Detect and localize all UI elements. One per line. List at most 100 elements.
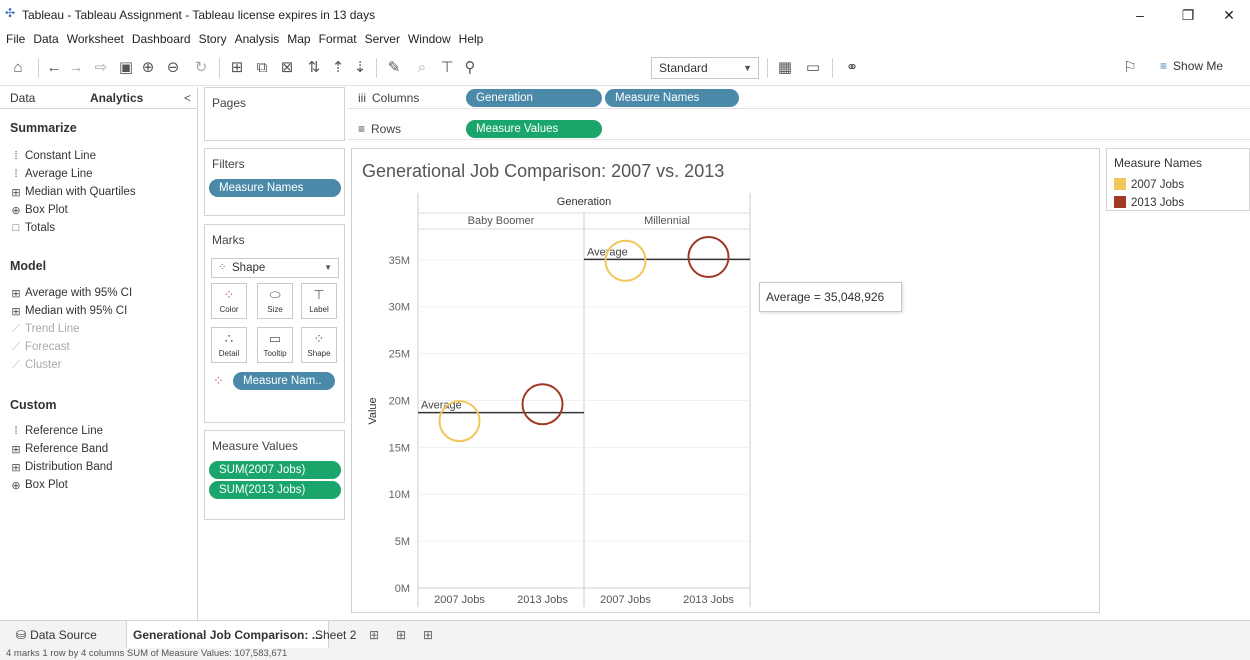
columns-shelf[interactable]: iii Columns Generation Measure Names — [348, 87, 1250, 109]
presentation-icon[interactable]: ▭ — [803, 58, 823, 78]
marks-pill-measure-names[interactable]: Measure Nam.. — [233, 372, 335, 390]
color-button[interactable]: ⁘ Color — [211, 283, 247, 319]
y-tick-label: 30M — [389, 302, 410, 314]
menu-server[interactable]: Server — [365, 30, 400, 48]
constant-line-icon: ⁞ — [14, 150, 18, 162]
new-story-icon[interactable]: ⊞ — [417, 621, 439, 649]
measure-pill-2013-jobs[interactable]: SUM(2013 Jobs) — [209, 481, 341, 499]
columns-icon: iii — [358, 91, 366, 105]
mark-type-select[interactable]: ⁘ Shape ▼ — [211, 258, 339, 278]
legend-item-2007-jobs[interactable]: 2007 Jobs — [1114, 178, 1184, 191]
tooltip-icon: ▭ — [268, 331, 282, 346]
pin-icon[interactable]: ⚲ — [460, 58, 480, 78]
menu-map[interactable]: Map — [287, 30, 310, 48]
pages-card[interactable]: Pages — [204, 87, 345, 141]
legend-item-2013-jobs[interactable]: 2013 Jobs — [1114, 196, 1184, 209]
data-point-2013-jobs — [521, 383, 564, 426]
new-worksheet-icon[interactable]: ⊞ — [224, 58, 250, 78]
filters-card[interactable]: Filters Measure Names — [204, 148, 345, 216]
label-button-label: Label — [309, 305, 329, 314]
menu-data[interactable]: Data — [33, 30, 58, 48]
columns-pill-measure-names[interactable]: Measure Names — [605, 89, 739, 107]
show-me-button[interactable]: ≡ Show Me — [1160, 59, 1223, 73]
tooltip-icon[interactable]: ⚐ — [1120, 58, 1140, 78]
fit-select[interactable]: Standard ▼ — [651, 57, 759, 79]
analytics-item-reference-band[interactable]: Reference Band — [25, 443, 108, 455]
clear-icon[interactable]: ⊠ — [274, 58, 300, 78]
menu-worksheet[interactable]: Worksheet — [67, 30, 124, 48]
columns-pill-generation[interactable]: Generation — [466, 89, 602, 107]
visualization-area[interactable]: Generational Job Comparison: 2007 vs. 20… — [351, 148, 1100, 613]
tooltip-button[interactable]: ▭ Tooltip — [257, 327, 293, 363]
detail-button[interactable]: ∴ Detail — [211, 327, 247, 363]
group-icon[interactable]: ⌕ — [409, 58, 435, 78]
analytics-item-average-ci[interactable]: Average with 95% CI — [25, 287, 132, 299]
analytics-item-reference-line[interactable]: Reference Line — [25, 425, 103, 437]
share-icon[interactable]: ⚭ — [842, 58, 862, 78]
rows-shelf[interactable]: ≡ Rows Measure Values — [348, 118, 1250, 140]
menu-file[interactable]: File — [6, 30, 25, 48]
model-heading: Model — [10, 259, 47, 273]
swap-icon[interactable]: ⇅ — [304, 58, 324, 78]
save-icon[interactable]: ▣ — [116, 58, 136, 78]
close-button[interactable]: ✕ — [1214, 4, 1244, 26]
analytics-pane: Data Analytics < Summarize ⁞ Constant Li… — [0, 87, 198, 620]
menu-story[interactable]: Story — [199, 30, 227, 48]
tab-data-source[interactable]: ⛁ Data Source — [10, 621, 103, 649]
rows-shelf-label: ≡ Rows — [358, 122, 401, 136]
menu-window[interactable]: Window — [408, 30, 451, 48]
minimize-button[interactable]: – — [1125, 4, 1155, 26]
highlight-icon[interactable]: ✎ — [381, 58, 407, 78]
custom-heading: Custom — [10, 398, 57, 412]
label-button[interactable]: ⊤ Label — [301, 283, 337, 319]
tab-data[interactable]: Data — [10, 87, 35, 109]
color-legend[interactable]: Measure Names 2007 Jobs 2013 Jobs — [1106, 148, 1250, 211]
analytics-item-box-plot[interactable]: Box Plot — [25, 204, 68, 216]
chart-icon[interactable]: ▦ — [772, 58, 798, 78]
menu-dashboard[interactable]: Dashboard — [132, 30, 191, 48]
new-datasource-icon[interactable]: ⊕ — [138, 58, 158, 78]
y-tick-label: 25M — [389, 349, 410, 361]
menu-format[interactable]: Format — [319, 30, 357, 48]
y-tick-label: 20M — [389, 395, 410, 407]
analytics-item-average-line[interactable]: Average Line — [25, 168, 93, 180]
home-icon[interactable]: ⌂ — [8, 58, 28, 78]
tab-generational-job-comparison[interactable]: Generational Job Comparison: ... — [126, 621, 329, 649]
menu-help[interactable]: Help — [459, 30, 484, 48]
analytics-item-distribution-band[interactable]: Distribution Band — [25, 461, 113, 473]
sort-asc-icon[interactable]: ⇡ — [328, 58, 348, 78]
duplicate-icon[interactable]: ⧉ — [252, 58, 272, 78]
analytics-item-median-quartiles[interactable]: Median with Quartiles — [25, 186, 136, 198]
restore-button[interactable]: ❐ — [1173, 4, 1203, 26]
menu-analysis[interactable]: Analysis — [235, 30, 280, 48]
new-worksheet-icon[interactable]: ⊞ — [363, 621, 385, 649]
tab-sheet-2[interactable]: Sheet 2 — [309, 621, 362, 649]
pane-header: Baby Boomer — [468, 215, 535, 227]
analytics-item-box-plot-custom[interactable]: Box Plot — [25, 479, 68, 491]
shape-button[interactable]: ⁘ Shape — [301, 327, 337, 363]
analytics-item-median-ci[interactable]: Median with 95% CI — [25, 305, 127, 317]
collapse-pane-button[interactable]: < — [184, 87, 191, 109]
pause-icon[interactable]: ⊖ — [160, 58, 186, 78]
chart-svg[interactable]: Generational Job Comparison: 2007 vs. 20… — [352, 149, 1099, 612]
new-dashboard-icon[interactable]: ⊞ — [390, 621, 412, 649]
filters-card-title: Filters — [212, 157, 245, 171]
rows-pill-measure-values[interactable]: Measure Values — [466, 120, 602, 138]
shape-icon: ⁘ — [313, 331, 325, 346]
refresh-icon[interactable]: ↻ — [188, 58, 214, 78]
redo-icon[interactable]: ⇨ — [88, 58, 114, 78]
label-icon[interactable]: ⊤ — [437, 58, 457, 78]
sort-desc-icon[interactable]: ⇣ — [350, 58, 370, 78]
tab-analytics[interactable]: Analytics — [90, 87, 143, 109]
forward-icon[interactable]: → — [66, 58, 86, 78]
x-tick-label: 2013 Jobs — [683, 594, 734, 606]
filter-pill-measure-names[interactable]: Measure Names — [209, 179, 341, 197]
reference-line-tooltip: Average = 35,048,926 — [759, 282, 902, 312]
analytics-item-totals[interactable]: Totals — [25, 222, 55, 234]
size-button[interactable]: ⬭ Size — [257, 283, 293, 319]
measure-values-card-title: Measure Values — [212, 439, 298, 453]
measure-pill-2007-jobs[interactable]: SUM(2007 Jobs) — [209, 461, 341, 479]
analytics-item-constant-line[interactable]: Constant Line — [25, 150, 96, 162]
menu-bar: File Data Worksheet Dashboard Story Analysis M… — [0, 30, 1250, 48]
back-icon[interactable]: ← — [44, 58, 64, 78]
